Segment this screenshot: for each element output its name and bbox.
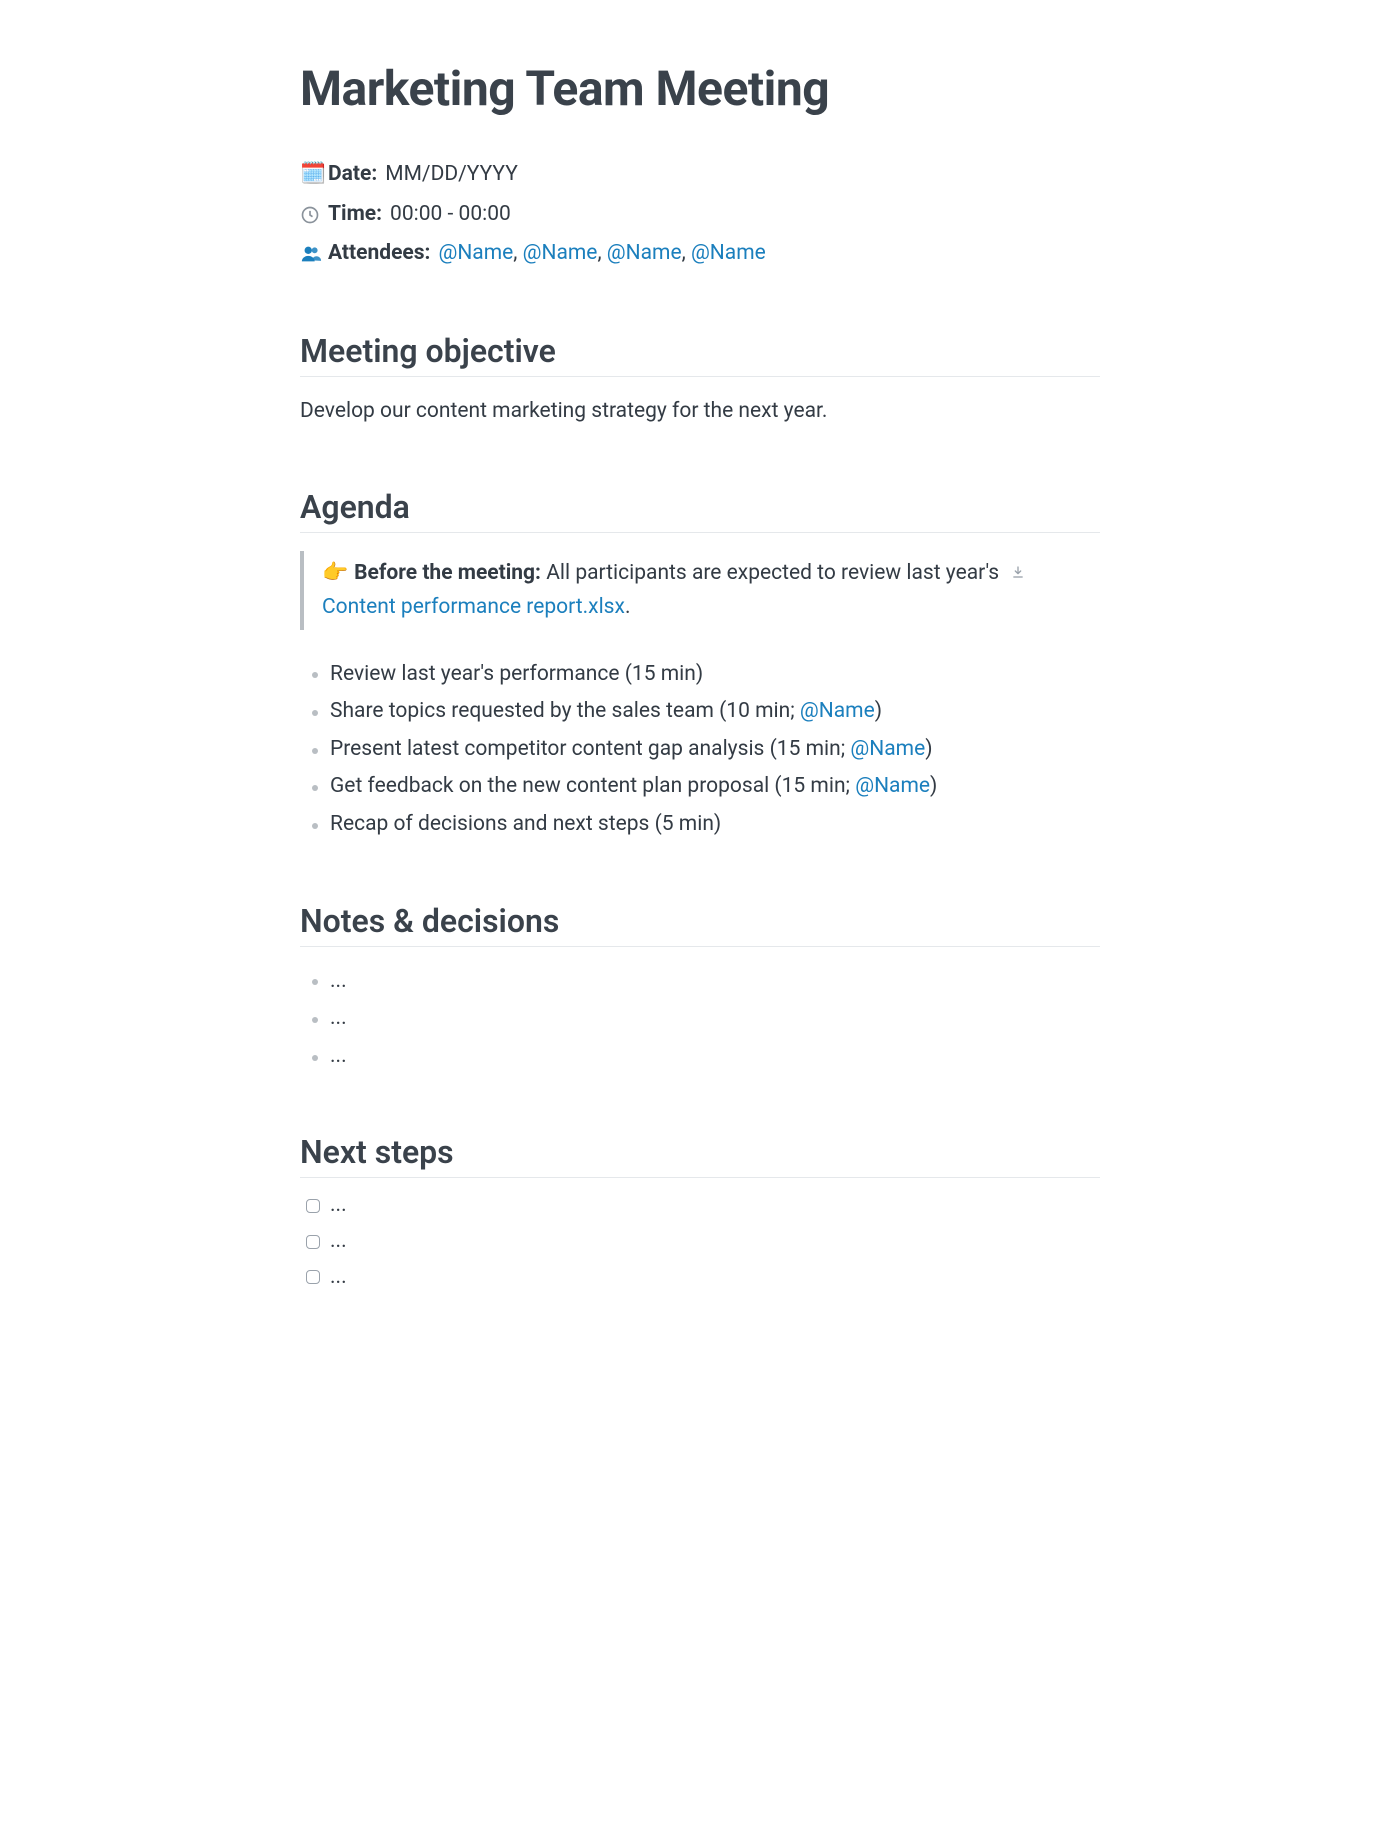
mention[interactable]: @Name (800, 699, 875, 723)
agenda-callout: 👉Before the meeting: All participants ar… (300, 551, 1100, 630)
list-item-suffix: ) (875, 699, 882, 723)
meta-date-value: MM/DD/YYYY (385, 157, 518, 193)
meta-time-value: 00:00 - 00:00 (390, 197, 511, 233)
meta-attendees-label: Attendees: (328, 236, 430, 272)
meta-date-line: 🗓️ Date: MM/DD/YYYY (300, 157, 1100, 193)
list-item-text: Present latest competitor content gap an… (330, 737, 850, 761)
pointing-right-icon: 👉 (322, 561, 348, 585)
agenda-list: Review last year's performance (15 min) S… (300, 658, 1100, 842)
list-item: ... (300, 1040, 1100, 1074)
checklist-item: ... (300, 1188, 1100, 1224)
mention[interactable]: @Name (850, 737, 925, 761)
meta-attendees-line: Attendees: @Name, @Name, @Name, @Name (300, 236, 1100, 272)
meta-time-label: Time: (328, 197, 382, 233)
list-item-text: Review last year's performance (15 min) (330, 662, 703, 686)
checkbox[interactable] (306, 1270, 320, 1284)
list-item: ... (300, 1002, 1100, 1036)
meta-time-line: Time: 00:00 - 00:00 (300, 197, 1100, 233)
page-title: Marketing Team Meeting (300, 60, 1100, 117)
mention[interactable]: @Name (607, 241, 682, 265)
section-heading-objective: Meeting objective (300, 332, 1100, 377)
list-item: Share topics requested by the sales team… (300, 695, 1100, 729)
section-heading-notes: Notes & decisions (300, 902, 1100, 947)
notes-list: ......... (300, 965, 1100, 1074)
meta-attendees-list: @Name, @Name, @Name, @Name (438, 236, 765, 272)
section-heading-next-steps: Next steps (300, 1133, 1100, 1178)
mention[interactable]: @Name (691, 241, 766, 265)
list-item-text: Recap of decisions and next steps (5 min… (330, 812, 721, 836)
section-heading-agenda: Agenda (300, 488, 1100, 533)
clock-icon (300, 205, 324, 225)
list-item-suffix: ) (925, 737, 932, 761)
meta-block: 🗓️ Date: MM/DD/YYYY Time: 00:00 - 00:00 … (300, 157, 1100, 272)
checkbox[interactable] (306, 1199, 320, 1213)
calendar-icon: 🗓️ (300, 157, 324, 193)
separator: , (513, 241, 522, 265)
checkbox[interactable] (306, 1235, 320, 1249)
list-item-text: Get feedback on the new content plan pro… (330, 774, 855, 798)
list-item-text: Share topics requested by the sales team… (330, 699, 800, 723)
file-link[interactable]: Content performance report.xlsx (322, 595, 625, 619)
checklist-item: ... (300, 1260, 1100, 1296)
list-item: Get feedback on the new content plan pro… (300, 770, 1100, 804)
separator: , (682, 241, 691, 265)
checklist-item-text: ... (330, 1260, 347, 1296)
meta-date-label: Date: (328, 157, 377, 193)
objective-body: Develop our content marketing strategy f… (300, 395, 1100, 428)
list-item: ... (300, 965, 1100, 999)
next-steps-list: ......... (300, 1188, 1100, 1295)
list-item-suffix: ) (930, 774, 937, 798)
mention[interactable]: @Name (855, 774, 930, 798)
checklist-item-text: ... (330, 1224, 347, 1260)
list-item: Recap of decisions and next steps (5 min… (300, 808, 1100, 842)
people-icon (300, 243, 324, 265)
callout-text-after: . (625, 595, 631, 619)
list-item: Present latest competitor content gap an… (300, 733, 1100, 767)
document-page: Marketing Team Meeting 🗓️ Date: MM/DD/YY… (230, 0, 1170, 1456)
list-item: Review last year's performance (15 min) (300, 658, 1100, 692)
callout-label: Before the meeting: (354, 561, 541, 585)
checklist-item: ... (300, 1224, 1100, 1260)
callout-text-before: All participants are expected to review … (541, 561, 1004, 585)
download-icon (1010, 559, 1026, 592)
separator: , (597, 241, 606, 265)
mention[interactable]: @Name (438, 241, 513, 265)
checklist-item-text: ... (330, 1188, 347, 1224)
mention[interactable]: @Name (523, 241, 598, 265)
